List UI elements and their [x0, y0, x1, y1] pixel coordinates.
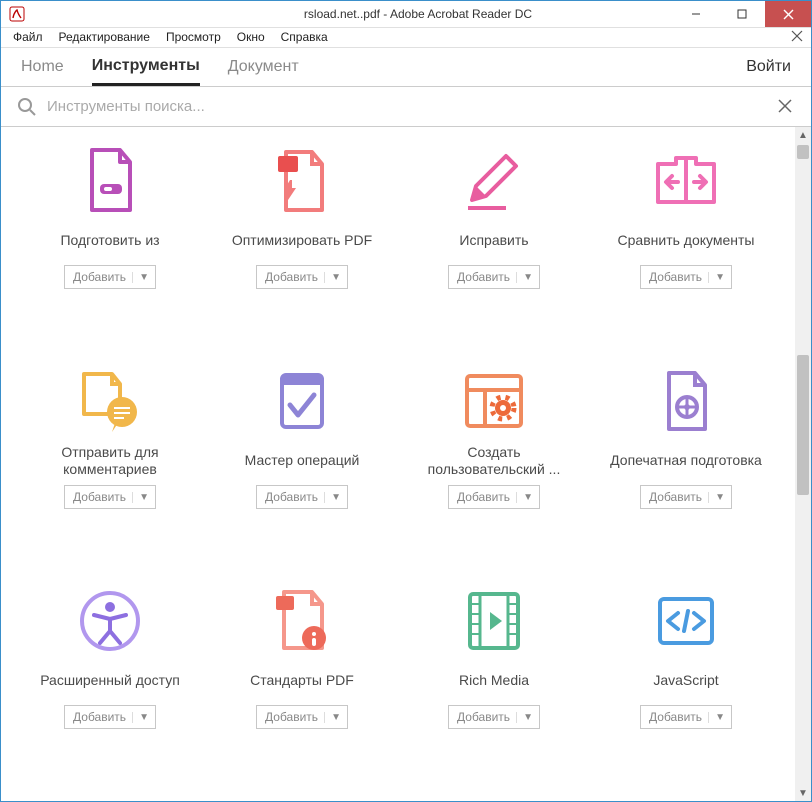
tool-action-wizard[interactable]: Мастер операций Добавить▼: [211, 361, 393, 571]
tool-label: Создать пользовательский ...: [403, 443, 585, 479]
add-button[interactable]: Добавить▼: [640, 485, 732, 509]
tool-custom[interactable]: Создать пользовательский ... Добавить▼: [403, 361, 585, 571]
javascript-icon: [650, 585, 722, 657]
menu-file[interactable]: Файл: [5, 28, 51, 46]
tabbar: Home Инструменты Документ Войти: [1, 48, 811, 88]
add-button[interactable]: Добавить▼: [64, 485, 156, 509]
close-window-button[interactable]: [765, 1, 811, 27]
tool-label: Стандарты PDF: [246, 663, 358, 699]
chevron-down-icon: ▼: [516, 272, 533, 283]
chevron-down-icon: ▼: [324, 272, 341, 283]
tab-home[interactable]: Home: [21, 50, 64, 84]
menu-window[interactable]: Окно: [229, 28, 273, 46]
tool-optimize[interactable]: Оптимизировать PDF Добавить▼: [211, 141, 393, 351]
add-button[interactable]: Добавить▼: [64, 265, 156, 289]
compare-icon: [650, 145, 722, 217]
chevron-down-icon: ▼: [324, 712, 341, 723]
scrollbar-arrow-down-icon[interactable]: ▼: [795, 785, 811, 801]
titlebar: rsload.net..pdf - Adobe Acrobat Reader D…: [1, 1, 811, 28]
preflight-icon: [650, 365, 722, 437]
add-button[interactable]: Добавить▼: [448, 485, 540, 509]
tool-label: JavaScript: [649, 663, 722, 699]
tool-label: Расширенный доступ: [36, 663, 184, 699]
action-wizard-icon: [266, 365, 338, 437]
window: rsload.net..pdf - Adobe Acrobat Reader D…: [0, 0, 812, 802]
menu-view[interactable]: Просмотр: [158, 28, 229, 46]
custom-tool-icon: [458, 365, 530, 437]
tool-label: Допечатная подготовка: [606, 443, 766, 479]
prepare-form-icon: [74, 145, 146, 217]
tool-label: Отправить для комментариев: [19, 443, 201, 479]
scrollbar-arrow-up-icon[interactable]: ▲: [795, 127, 811, 143]
add-button[interactable]: Добавить▼: [64, 705, 156, 729]
chevron-down-icon: ▼: [708, 272, 725, 283]
accessibility-icon: [74, 585, 146, 657]
tool-label: Мастер операций: [241, 443, 364, 479]
tool-redact[interactable]: Исправить Добавить▼: [403, 141, 585, 351]
tab-tools[interactable]: Инструменты: [92, 49, 200, 86]
tool-prepare[interactable]: Подготовить из Добавить▼: [19, 141, 201, 351]
tool-accessibility[interactable]: Расширенный доступ Добавить▼: [19, 581, 201, 791]
redact-icon: [458, 145, 530, 217]
tool-compare[interactable]: Сравнить документы Добавить▼: [595, 141, 777, 351]
add-button[interactable]: Добавить▼: [256, 485, 348, 509]
content-scroll-area: Подготовить из Добавить▼ Оптимизировать …: [1, 127, 811, 801]
pdf-standards-icon: [266, 585, 338, 657]
minimize-button[interactable]: [673, 1, 719, 27]
chevron-down-icon: ▼: [516, 492, 533, 503]
clear-search-icon[interactable]: [777, 98, 795, 116]
add-button[interactable]: Добавить▼: [640, 265, 732, 289]
tool-rich-media[interactable]: Rich Media Добавить▼: [403, 581, 585, 791]
vertical-scrollbar[interactable]: ▲ ▼: [795, 127, 811, 801]
add-button[interactable]: Добавить▼: [256, 705, 348, 729]
maximize-button[interactable]: [719, 1, 765, 27]
rich-media-icon: [458, 585, 530, 657]
scrollbar-thumb[interactable]: [797, 145, 809, 159]
sign-in-button[interactable]: Войти: [746, 58, 791, 76]
window-controls: [673, 1, 811, 27]
chevron-down-icon: ▼: [132, 492, 149, 503]
tool-label: Rich Media: [455, 663, 533, 699]
tool-preflight[interactable]: Допечатная подготовка Добавить▼: [595, 361, 777, 571]
scrollbar-thumb[interactable]: [797, 355, 809, 495]
chevron-down-icon: ▼: [132, 272, 149, 283]
menu-help[interactable]: Справка: [273, 28, 336, 46]
add-button[interactable]: Добавить▼: [448, 265, 540, 289]
tab-document[interactable]: Документ: [228, 50, 299, 84]
add-button[interactable]: Добавить▼: [640, 705, 732, 729]
chevron-down-icon: ▼: [708, 492, 725, 503]
optimize-pdf-icon: [266, 145, 338, 217]
chevron-down-icon: ▼: [132, 712, 149, 723]
tool-label: Исправить: [455, 223, 532, 259]
chevron-down-icon: ▼: [324, 492, 341, 503]
tools-grid-container: Подготовить из Добавить▼ Оптимизировать …: [1, 127, 795, 801]
tool-send-comments[interactable]: Отправить для комментариев Добавить▼: [19, 361, 201, 571]
chevron-down-icon: ▼: [516, 712, 533, 723]
tool-javascript[interactable]: JavaScript Добавить▼: [595, 581, 777, 791]
search-icon: [17, 97, 37, 117]
add-button[interactable]: Добавить▼: [256, 265, 348, 289]
tool-standards[interactable]: Стандарты PDF Добавить▼: [211, 581, 393, 791]
tool-label: Оптимизировать PDF: [228, 223, 376, 259]
search-input[interactable]: [47, 98, 777, 115]
send-comments-icon: [74, 365, 146, 437]
close-document-button[interactable]: [791, 30, 803, 42]
add-button[interactable]: Добавить▼: [448, 705, 540, 729]
menu-edit[interactable]: Редактирование: [51, 28, 158, 46]
menubar: Файл Редактирование Просмотр Окно Справк…: [1, 28, 811, 48]
acrobat-app-icon: [9, 6, 25, 22]
tool-label: Подготовить из: [56, 223, 163, 259]
tool-label: Сравнить документы: [614, 223, 759, 259]
searchbar: [1, 87, 811, 127]
chevron-down-icon: ▼: [708, 712, 725, 723]
